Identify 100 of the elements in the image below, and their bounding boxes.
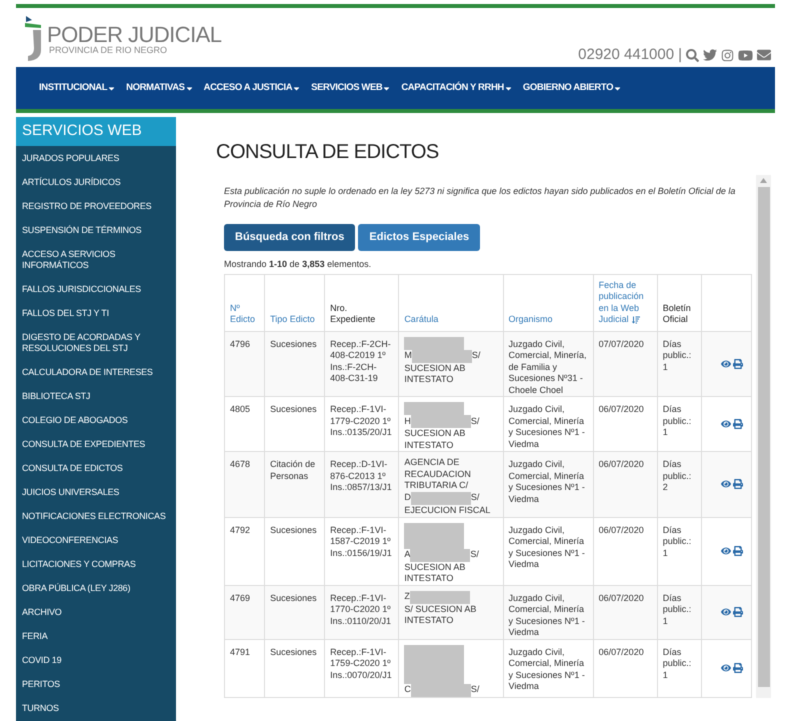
caratula-text: H: [404, 416, 411, 428]
nav-item[interactable]: SERVICIOS WEB: [311, 80, 392, 96]
view-icon[interactable]: [721, 358, 731, 369]
caratula-text: S/: [470, 492, 480, 504]
caratula-text: S/: [470, 549, 479, 561]
table-cell: 06/07/2020: [593, 452, 658, 517]
sort-icon[interactable]: [632, 316, 640, 324]
table-cell: Sucesiones: [264, 517, 325, 585]
column-header[interactable]: Organismo: [503, 274, 594, 331]
sidebar-item[interactable]: VIDEOCONFERENCIAS: [16, 528, 176, 552]
sidebar-item[interactable]: ARTÍCULOS JURÍDICOS: [16, 170, 176, 194]
table-cell: Días public.: 1: [657, 585, 702, 639]
redaction-block: [404, 402, 464, 415]
table-cell: Recep.:F-1VI-1759-C2020 1º Ins.:0070/20/J1: [324, 639, 399, 697]
scrollbar[interactable]: [756, 175, 771, 698]
mail-icon[interactable]: [757, 48, 771, 62]
sidebar-item[interactable]: TURNOS: [16, 696, 176, 720]
caratula-text: Z: [404, 591, 410, 603]
youtube-icon[interactable]: [738, 48, 753, 63]
sidebar-item[interactable]: SUSPENSIÓN DE TÉRMINOS: [16, 218, 176, 242]
redaction-block: [410, 415, 471, 428]
caratula-text: A: [404, 549, 410, 561]
view-icon[interactable]: [721, 663, 731, 673]
caratula-text: S/: [470, 684, 480, 696]
view-icon[interactable]: [721, 546, 731, 556]
filter-button[interactable]: Edictos Especiales: [358, 224, 480, 251]
view-icon[interactable]: [721, 419, 731, 429]
sidebar-item[interactable]: CONSULTA DE EDICTOS: [16, 456, 176, 480]
sidebar-item[interactable]: REGISTRO DE PROVEEDORES: [16, 194, 176, 218]
column-header: Boletín Oficial: [657, 274, 702, 331]
caratula-text: AGENCIA DE RECAUDACION TRIBUTARIA C/: [404, 457, 472, 492]
column-header[interactable]: Carátula: [398, 274, 503, 331]
sidebar-item[interactable]: NOTIFICACIONES ELECTRONICAS: [16, 504, 176, 528]
nav-item[interactable]: CAPACITACIÓN Y RRHH: [401, 80, 513, 96]
table-cell: 06/07/2020: [593, 639, 658, 697]
nav-item[interactable]: INSTITUCIONAL: [39, 80, 116, 96]
sidebar-item[interactable]: FERIA: [16, 624, 176, 648]
caratula-text: SUCESION AB INTESTATO: [404, 362, 466, 386]
sidebar-item[interactable]: COVID 19: [16, 648, 176, 672]
view-icon[interactable]: [721, 607, 731, 617]
table-cell: 4792: [224, 517, 265, 585]
table-cell: Sucesiones: [264, 639, 325, 697]
sidebar-item[interactable]: DIGESTO DE ACORDADAS Y RESOLUCIONES DEL STJ: [16, 325, 176, 360]
nav-item[interactable]: NORMATIVAS: [126, 80, 194, 96]
sidebar-item[interactable]: FALLOS DEL STJ Y TI: [16, 301, 176, 325]
sidebar-item[interactable]: CONSULTA DE EXPEDIENTES: [16, 432, 176, 456]
table-cell: Juzgado Civil, Comercial, Minería y Sucesiones Nº1 - Viedma: [503, 639, 594, 697]
table-cell: Recep.:F-1VI-1770-C2020 1º Ins.:0110/20/J1: [324, 585, 399, 639]
table-cell: 06/07/2020: [593, 585, 658, 639]
nav-item[interactable]: ACCESO A JUSTICIA: [204, 80, 302, 96]
table-cell: Juzgado Civil, Comercial, Minería y Sucesiones Nº1 - Viedma: [503, 452, 594, 517]
sidebar-item[interactable]: CALCULADORA DE INTERESES: [16, 360, 176, 384]
sidebar-item[interactable]: OBRA PÚBLICA (LEY J286): [16, 576, 176, 600]
sidebar-item[interactable]: ARCHIVO: [16, 600, 176, 624]
table-cell: Días public.: 1: [657, 517, 702, 585]
caratula-text: C: [404, 684, 411, 696]
sidebar-item[interactable]: LICITACIONES Y COMPRAS: [16, 552, 176, 576]
sidebar-item[interactable]: JUICIOS UNIVERSALES: [16, 480, 176, 504]
column-header[interactable]: Nº Edicto: [224, 274, 265, 331]
table-cell: 4769: [224, 585, 265, 639]
notice-text: Esta publicación no suple lo ordenado en la ley 5273 ni significa que los edictos hayan sido publicados en el Boletín Oficial de la Provincia de Río Negro: [224, 185, 736, 211]
sidebar-item[interactable]: ACCESO A SERVICIOS INFORMÁTICOS: [16, 242, 176, 277]
column-header[interactable]: Fecha de publicación en la Web Judicial: [593, 274, 658, 331]
redaction-block: [404, 644, 464, 658]
redaction-block: [412, 350, 472, 362]
sidebar-item[interactable]: COLEGIO DE ABOGADOS: [16, 408, 176, 432]
sidebar-item[interactable]: FALLOS JURISDICCIONALES: [16, 277, 176, 301]
table-cell: 4678: [224, 452, 265, 517]
sidebar-title: SERVICIOS WEB: [16, 117, 176, 146]
redaction-block: [410, 684, 471, 696]
phone-number: 02920 441000: [578, 45, 674, 65]
page-title: CONSULTA DE EDICTOS: [216, 140, 440, 165]
view-icon[interactable]: [721, 479, 731, 490]
nav-item[interactable]: GOBIERNO ABIERTO: [522, 80, 622, 96]
print-icon[interactable]: [733, 663, 743, 673]
twitter-icon[interactable]: [703, 48, 717, 62]
scrollbar-thumb[interactable]: [758, 187, 770, 687]
caratula-text: SUCESION AB INTESTATO: [404, 428, 466, 451]
search-icon[interactable]: [686, 48, 699, 62]
table-cell: Citación de Personas: [264, 452, 325, 517]
table-cell: 4796: [224, 331, 265, 396]
caratula-text: S/: [470, 416, 480, 428]
print-icon[interactable]: [733, 546, 743, 556]
print-icon[interactable]: [733, 358, 743, 369]
logo-icon: [24, 16, 44, 62]
logo-subtitle: PROVINCIA DE RIO NEGRO: [49, 46, 168, 54]
print-icon[interactable]: [733, 607, 743, 617]
table-cell: Días public.: 1: [657, 639, 702, 697]
print-icon[interactable]: [733, 419, 743, 429]
column-header[interactable]: Tipo Edicto: [264, 274, 325, 331]
filter-button[interactable]: Búsqueda con filtros: [224, 224, 356, 251]
caratula-text: SUCESION AB INTESTATO: [404, 562, 466, 584]
print-icon[interactable]: [733, 479, 743, 490]
table-cell: Juzgado Civil, Comercial, Minería y Sucesiones Nº1 - Viedma: [503, 517, 594, 585]
sidebar-item[interactable]: PERITOS: [16, 672, 176, 696]
caratula-text: M: [404, 350, 412, 362]
sidebar-item[interactable]: JURADOS POPULARES: [16, 146, 176, 170]
instagram-icon[interactable]: [721, 48, 734, 62]
sidebar-item[interactable]: BIBLIOTECA STJ: [16, 384, 176, 408]
separator: |: [678, 45, 682, 65]
